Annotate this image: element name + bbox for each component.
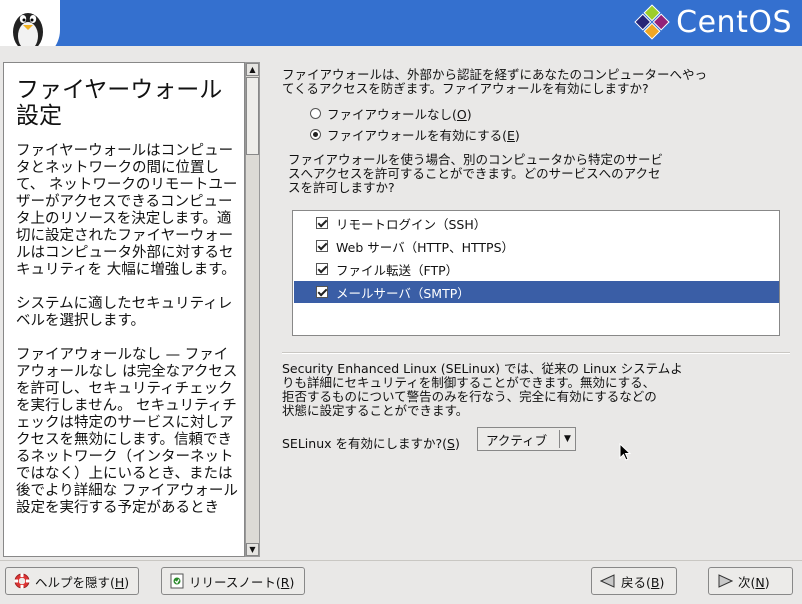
arrow-left-icon — [600, 574, 615, 588]
help-paragraph: ファイアウォールなし — ファイアウォールなし は完全なアクセスを許可し、セキュ… — [16, 347, 238, 516]
scroll-down-arrow-icon[interactable]: ▼ — [246, 543, 259, 556]
centos-brand: CentOS — [634, 4, 792, 40]
section-divider — [282, 352, 790, 354]
back-button[interactable]: 戻る(B) — [591, 567, 677, 595]
service-ftp[interactable]: ファイル転送（FTP） — [294, 258, 779, 280]
services-intro: ファイアウォールを使う場合、別のコンピュータから特定のサービ スへアクセスを許可… — [288, 152, 664, 195]
tux-penguin-icon — [13, 13, 43, 46]
chevron-down-icon[interactable]: ▼ — [560, 434, 575, 444]
scroll-thumb[interactable] — [246, 77, 259, 155]
brand-name: CentOS — [676, 4, 792, 40]
arrow-right-icon — [718, 574, 733, 588]
mouse-cursor-icon — [619, 443, 631, 461]
next-button[interactable]: 次(N) — [708, 567, 793, 595]
help-panel: ファイヤーウォール設定 ファイヤーウォールはコンピュータとネットワークの間に位置… — [3, 62, 245, 557]
help-paragraph: ファイヤーウォールはコンピュータとネットワークの間に位置して、 ネットワークのリ… — [16, 143, 238, 278]
help-paragraph: システムに適したセキュリティレベルを選択します。 — [16, 296, 233, 329]
radio-no-firewall-indicator[interactable] — [310, 108, 321, 119]
hide-help-button[interactable]: ヘルプを隠す(H) — [5, 567, 139, 595]
lifebuoy-icon — [14, 573, 30, 589]
scroll-up-arrow-icon[interactable]: ▲ — [246, 63, 259, 76]
selinux-description: Security Enhanced Linux (SELinux) では、従来の… — [282, 361, 683, 418]
radio-no-firewall[interactable]: ファイアウォールなし(O) — [310, 104, 472, 123]
header-bar: CentOS — [0, 0, 802, 46]
radio-enable-firewall[interactable]: ファイアウォールを有効にする(E) — [310, 125, 520, 144]
service-ssh-checkbox[interactable] — [316, 217, 328, 229]
logo-badge — [0, 0, 60, 46]
service-http-checkbox[interactable] — [316, 240, 328, 252]
selinux-label: SELinux を有効にしますか?(S) — [282, 436, 460, 451]
selinux-mode-value: アクティブ — [486, 432, 548, 448]
help-scrollbar[interactable]: ▲ ▼ — [245, 62, 260, 557]
service-http[interactable]: Web サーバ（HTTP、HTTPS） — [294, 235, 779, 257]
trusted-services-list[interactable]: リモートログイン（SSH） Web サーバ（HTTP、HTTPS） ファイル転送… — [292, 210, 780, 336]
service-smtp-checkbox[interactable] — [316, 286, 328, 298]
release-notes-icon — [170, 573, 184, 589]
service-ssh[interactable]: リモートログイン（SSH） — [294, 212, 779, 234]
selinux-mode-select[interactable]: アクティブ ▼ — [477, 427, 576, 451]
centos-logo-icon — [634, 4, 670, 40]
footer-divider — [0, 560, 802, 561]
help-title: ファイヤーウォール設定 — [16, 77, 223, 129]
release-notes-button[interactable]: リリースノート(R) — [161, 567, 305, 595]
service-smtp[interactable]: メールサーバ（SMTP） — [294, 281, 779, 303]
radio-enable-firewall-indicator[interactable] — [310, 129, 321, 140]
service-ftp-checkbox[interactable] — [316, 263, 328, 275]
firewall-intro: ファイアウォールは、外部から認証を経ずにあなたのコンピューターへやっ てくるアク… — [282, 67, 708, 96]
